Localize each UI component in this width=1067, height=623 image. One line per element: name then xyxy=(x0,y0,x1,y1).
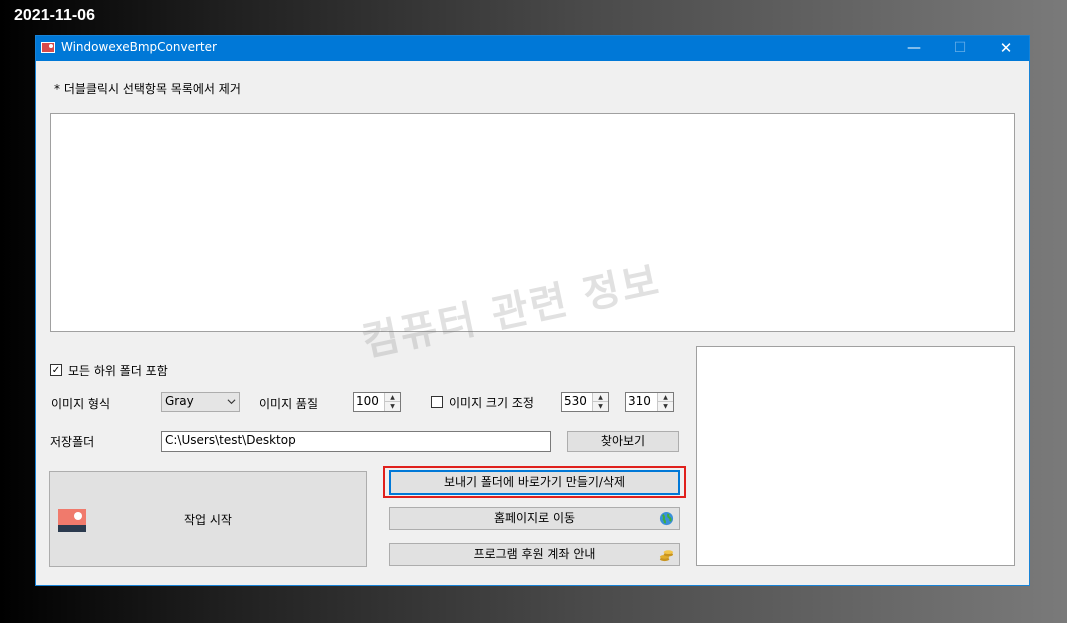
globe-icon xyxy=(659,511,674,526)
quality-spin-buttons: ▲ ▼ xyxy=(384,393,400,411)
spin-down-icon[interactable]: ▼ xyxy=(385,402,400,411)
width-spinner[interactable]: 530 ▲ ▼ xyxy=(561,392,609,412)
resize-checkbox[interactable] xyxy=(431,396,443,408)
format-value: Gray xyxy=(165,394,194,408)
resize-label: 이미지 크기 조정 xyxy=(449,396,534,410)
spin-up-icon[interactable]: ▲ xyxy=(385,393,400,402)
height-spinner[interactable]: 310 ▲ ▼ xyxy=(625,392,674,412)
preview-box xyxy=(696,346,1015,566)
spin-down-icon[interactable]: ▼ xyxy=(593,402,608,411)
format-select[interactable]: Gray xyxy=(161,392,240,412)
app-window: WindowexeBmpConverter — ☐ ✕ * 더블클릭시 선택항목… xyxy=(35,35,1030,586)
window-title: WindowexeBmpConverter xyxy=(61,40,217,54)
quality-spinner[interactable]: 100 ▲ ▼ xyxy=(353,392,401,412)
width-spin-buttons: ▲ ▼ xyxy=(592,393,608,411)
date-stamp: 2021-11-06 xyxy=(14,7,95,24)
save-folder-input[interactable]: C:\Users\test\Desktop xyxy=(161,431,551,452)
hint-label: * 더블클릭시 선택항목 목록에서 제거 xyxy=(54,82,241,96)
coins-icon xyxy=(659,550,674,562)
chevron-down-icon xyxy=(227,399,236,405)
start-button[interactable]: 작업 시작 xyxy=(49,471,367,567)
maximize-button[interactable]: ☐ xyxy=(937,36,983,61)
subfolder-checkbox[interactable]: ✓ xyxy=(50,364,62,376)
sendto-shortcut-button[interactable]: 보내기 폴더에 바로가기 만들기/삭제 xyxy=(389,470,680,495)
homepage-button-label: 홈페이지로 이동 xyxy=(493,511,576,525)
minimize-button[interactable]: — xyxy=(891,36,937,61)
spin-up-icon[interactable]: ▲ xyxy=(593,393,608,402)
height-spin-buttons: ▲ ▼ xyxy=(657,393,673,411)
sponsor-button[interactable]: 프로그램 후원 계좌 안내 xyxy=(389,543,680,566)
homepage-button[interactable]: 홈페이지로 이동 xyxy=(389,507,680,530)
app-icon xyxy=(41,42,55,53)
spin-down-icon[interactable]: ▼ xyxy=(658,402,673,411)
save-folder-label: 저장폴더 xyxy=(50,435,95,449)
quality-label: 이미지 품질 xyxy=(259,397,319,411)
subfolder-label: 모든 하위 폴더 포함 xyxy=(68,364,168,378)
quality-value: 100 xyxy=(356,394,379,408)
start-button-label: 작업 시작 xyxy=(184,513,232,527)
height-value: 310 xyxy=(628,394,651,408)
browse-button[interactable]: 찾아보기 xyxy=(567,431,679,452)
sponsor-button-label: 프로그램 후원 계좌 안내 xyxy=(473,547,596,561)
title-bar[interactable]: WindowexeBmpConverter — ☐ ✕ xyxy=(36,36,1029,61)
close-button[interactable]: ✕ xyxy=(983,36,1029,61)
width-value: 530 xyxy=(564,394,587,408)
spin-up-icon[interactable]: ▲ xyxy=(658,393,673,402)
format-label: 이미지 형식 xyxy=(51,397,111,411)
